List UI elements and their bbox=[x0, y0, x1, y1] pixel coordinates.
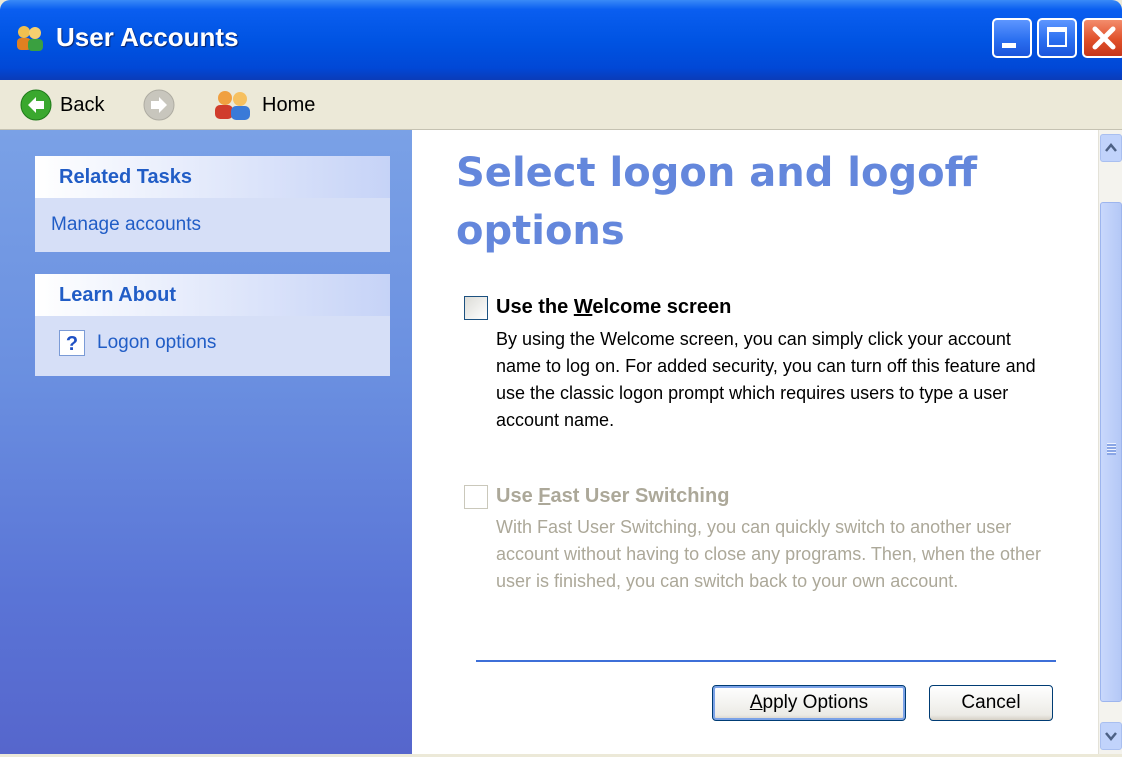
back-arrow-icon bbox=[20, 89, 52, 121]
home-label: Home bbox=[262, 93, 316, 116]
button-divider bbox=[476, 660, 1056, 662]
apply-accel: A bbox=[749, 692, 763, 713]
scroll-thumb[interactable] bbox=[1100, 202, 1122, 702]
minimize-button[interactable] bbox=[992, 18, 1032, 58]
welcome-label-prefix: Use the bbox=[496, 296, 574, 318]
minimize-icon bbox=[1002, 43, 1016, 48]
manage-accounts-link[interactable]: Manage accounts bbox=[51, 214, 201, 236]
grip-icon bbox=[1107, 443, 1116, 455]
fast-user-switching-checkbox[interactable] bbox=[464, 485, 488, 509]
logon-options-label: Logon options bbox=[97, 332, 217, 353]
close-icon bbox=[1092, 26, 1116, 50]
fast-label-suffix: ast User Switching bbox=[550, 485, 730, 507]
logon-options-link[interactable]: ? Logon options bbox=[59, 330, 216, 356]
cancel-button[interactable]: Cancel bbox=[929, 685, 1053, 721]
chevron-up-icon bbox=[1105, 143, 1117, 152]
task-pane: Related Tasks Manage accounts Learn Abou… bbox=[0, 130, 412, 754]
back-button[interactable]: Back bbox=[20, 80, 104, 130]
back-label: Back bbox=[60, 93, 105, 116]
chevron-down-icon bbox=[1105, 732, 1117, 741]
page-title: Select logon and logoff options bbox=[456, 150, 977, 254]
home-users-icon bbox=[215, 91, 250, 120]
close-button[interactable] bbox=[1082, 18, 1122, 58]
forward-arrow-icon bbox=[143, 89, 175, 121]
maximize-icon bbox=[1047, 27, 1067, 47]
learn-about-header: Learn About bbox=[35, 274, 390, 316]
apply-rest: pply Options bbox=[762, 692, 869, 713]
navigation-toolbar: Back Home bbox=[0, 80, 1122, 130]
scroll-down-button[interactable] bbox=[1100, 722, 1122, 750]
home-button[interactable]: Home bbox=[212, 80, 315, 130]
user-accounts-icon bbox=[17, 26, 43, 51]
maximize-button[interactable] bbox=[1037, 18, 1077, 58]
welcome-screen-description: By using the Welcome screen, you can sim… bbox=[496, 329, 1036, 430]
main-content: Select logon and logoff options Use the … bbox=[412, 130, 1098, 754]
welcome-label-accel: W bbox=[573, 296, 593, 318]
fast-user-switching-description: With Fast User Switching, you can quickl… bbox=[496, 517, 1041, 591]
welcome-screen-checkbox[interactable] bbox=[464, 296, 488, 320]
welcome-label-suffix: elcome screen bbox=[592, 296, 732, 318]
scroll-up-button[interactable] bbox=[1100, 134, 1122, 162]
apply-options-button[interactable]: Apply Options bbox=[712, 685, 906, 721]
fast-label-prefix: Use bbox=[496, 485, 539, 507]
related-tasks-group: Related Tasks Manage accounts bbox=[35, 156, 390, 252]
title-bar[interactable]: User Accounts bbox=[0, 0, 1122, 80]
welcome-screen-label[interactable]: Use the Welcome screen bbox=[496, 296, 731, 319]
vertical-scrollbar[interactable] bbox=[1098, 130, 1122, 754]
learn-about-group: Learn About ? Logon options bbox=[35, 274, 390, 376]
fast-user-switching-label: Use Fast User Switching bbox=[496, 485, 729, 508]
window-title: User Accounts bbox=[56, 22, 239, 52]
help-question-icon: ? bbox=[59, 330, 85, 356]
fast-label-accel: F bbox=[538, 485, 551, 507]
forward-button[interactable] bbox=[143, 80, 175, 130]
related-tasks-header: Related Tasks bbox=[35, 156, 390, 198]
